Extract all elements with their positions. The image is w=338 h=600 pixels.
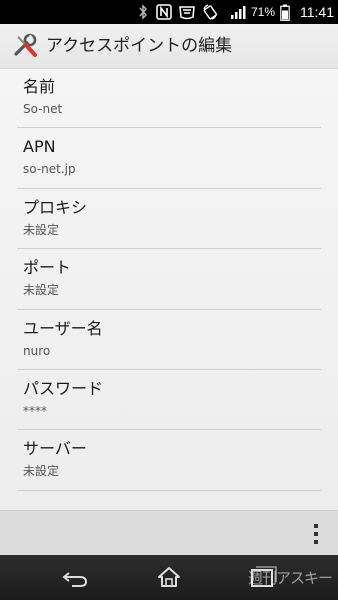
nfc-icon (156, 4, 172, 20)
setting-value: **** (23, 403, 47, 418)
setting-value: so-net.jp (23, 162, 76, 177)
setting-label: プロキシ (23, 197, 88, 217)
setting-label: ポート (23, 258, 72, 278)
setting-port[interactable]: ポート 未設定 (17, 249, 321, 310)
status-bar: 71% 11:41 (0, 0, 338, 24)
setting-name[interactable]: 名前 So-net (17, 68, 321, 129)
watermark-text: 週刊アスキー (247, 569, 333, 587)
rotate-icon (203, 4, 218, 20)
setting-password[interactable]: パスワード **** (17, 370, 321, 431)
setting-label: パスワード (23, 378, 104, 398)
battery-percent: 71% (251, 5, 276, 19)
setting-value: So-net (23, 102, 63, 116)
setting-proxy[interactable]: プロキシ 未設定 (17, 189, 321, 250)
signal-icon (231, 6, 246, 19)
setting-value: 未設定 (23, 283, 60, 298)
page-title: アクセスポイントの編集 (46, 36, 233, 56)
setting-username[interactable]: ユーザー名 nuro (17, 310, 321, 370)
settings-list: 名前 So-net APN so-net.jp プロキシ 未設定 ポート 未設定… (0, 68, 338, 491)
setting-value: 未設定 (23, 222, 60, 237)
setting-label: APN (23, 137, 56, 157)
setting-label: サーバー (23, 439, 87, 459)
app-screen: アクセスポイントの編集 名前 So-net APN so-net.jp プロキシ… (0, 24, 338, 556)
navigation-bar: 週刊アスキー (0, 555, 338, 600)
action-bar: アクセスポイントの編集 (0, 24, 338, 69)
home-icon[interactable] (134, 555, 204, 600)
wallet-icon (179, 6, 195, 20)
setting-value: nuro (23, 343, 51, 358)
tools-icon[interactable] (12, 32, 40, 60)
setting-server[interactable]: サーバー 未設定 (17, 430, 321, 491)
battery-icon (280, 4, 290, 21)
setting-label: 名前 (23, 77, 56, 96)
setting-apn[interactable]: APN so-net.jp (17, 128, 321, 189)
overflow-menu-icon[interactable] (310, 521, 322, 547)
setting-label: ユーザー名 (23, 318, 103, 338)
bottom-action-bar (0, 510, 338, 556)
bluetooth-icon (139, 4, 147, 20)
back-icon[interactable] (40, 555, 110, 600)
status-clock: 11:41 (300, 4, 334, 20)
setting-value: 未設定 (23, 464, 60, 479)
